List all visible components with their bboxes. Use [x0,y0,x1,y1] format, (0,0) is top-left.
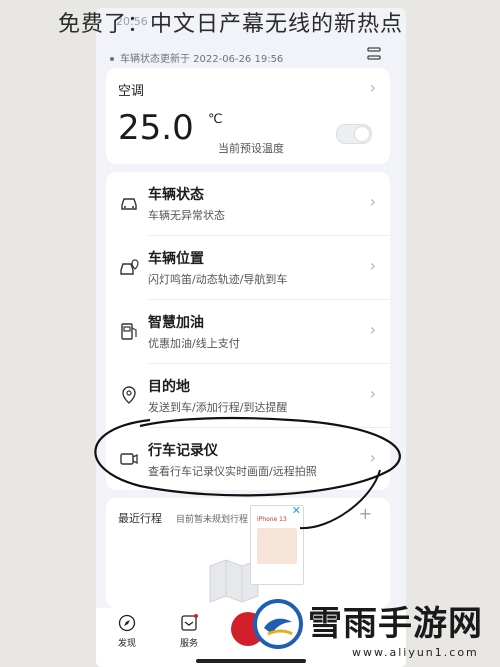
service-icon [181,614,198,631]
chevron-right-icon: › [369,320,376,339]
location-pin-icon [122,386,136,404]
car-location-icon [120,259,139,275]
climate-toggle[interactable] [336,124,372,144]
chevron-right-icon: › [369,192,376,211]
climate-unit: ℃ [208,112,223,127]
ad-text: iPhone 13 [257,516,287,523]
list-item-vehicle-location[interactable]: 车辆位置 闪灯鸣笛/动态轨迹/导航到车 › [106,236,390,299]
list-item-vehicle-status[interactable]: 车辆状态 车辆无异常状态 › [106,172,390,235]
tab-label: 服务 [179,639,198,649]
vehicle-status-line: 车辆状态更新于 2022-06-26 19:56 [110,50,283,65]
tab-label: 发现 [117,639,136,649]
ad-banner[interactable]: ✕ iPhone 13 [250,504,304,585]
item-subtitle: 闪灯鸣笛/动态轨迹/导航到车 [148,273,288,286]
chevron-right-icon: › [369,78,376,97]
add-trip-icon[interactable]: + [359,504,372,523]
item-title: 智慧加油 [148,315,204,331]
item-title: 行车记录仪 [148,443,218,459]
item-title: 车辆状态 [148,187,204,203]
toggle-knob [355,127,369,141]
chevron-right-icon: › [369,448,376,467]
item-subtitle: 优惠加油/线上支付 [148,337,240,350]
list-item-smart-fueling[interactable]: 智慧加油 优惠加油/线上支付 › [106,300,390,363]
watermark-logo-icon [253,599,303,649]
item-subtitle: 查看行车记录仪实时画面/远程拍照 [148,465,317,478]
recent-title: 最近行程 [118,512,162,525]
tab-service[interactable]: 服务 [164,614,214,649]
compass-icon [118,614,136,632]
item-title: 车辆位置 [148,251,204,267]
list-item-destination[interactable]: 目的地 发送到车/添加行程/到达提醒 › [106,364,390,427]
item-subtitle: 车辆无异常状态 [148,209,225,222]
fuel-pump-icon [121,323,137,340]
item-title: 目的地 [148,379,190,395]
tab-discover[interactable]: 发现 [102,614,152,649]
overlay-title: 免费了：中文日产幕无线的新热点 [58,12,404,37]
watermark: 雪雨手游网 www.aliyun1.com [248,590,500,667]
chevron-right-icon: › [369,256,376,275]
climate-title: 空调 [118,84,145,99]
car-icon [121,198,137,210]
recent-subtitle: 目前暂未规划行程 [176,515,249,525]
climate-subtitle: 当前预设温度 [218,142,284,155]
close-icon[interactable]: ✕ [292,504,301,517]
menu-icon[interactable] [366,46,382,62]
chevron-right-icon: › [369,384,376,403]
status-dot-icon [110,57,114,61]
climate-temperature: 25.0 [118,108,194,148]
list-item-dashcam[interactable]: 行车记录仪 查看行车记录仪实时画面/远程拍照 › [106,428,390,491]
watermark-name: 雪雨手游网 [308,604,483,644]
item-subtitle: 发送到车/添加行程/到达提醒 [148,401,288,414]
dashcam-icon [120,453,138,465]
vehicle-status-text: 车辆状态更新于 2022-06-26 19:56 [120,54,284,65]
ad-image [257,528,297,564]
climate-card[interactable]: 空调 › 25.0 ℃ 当前预设温度 [106,68,390,164]
watermark-url: www.aliyun1.com [352,646,479,659]
feature-list-card: 车辆状态 车辆无异常状态 › 车辆位置 闪灯鸣笛/动态轨迹/导航到车 › 智慧加… [106,172,390,490]
